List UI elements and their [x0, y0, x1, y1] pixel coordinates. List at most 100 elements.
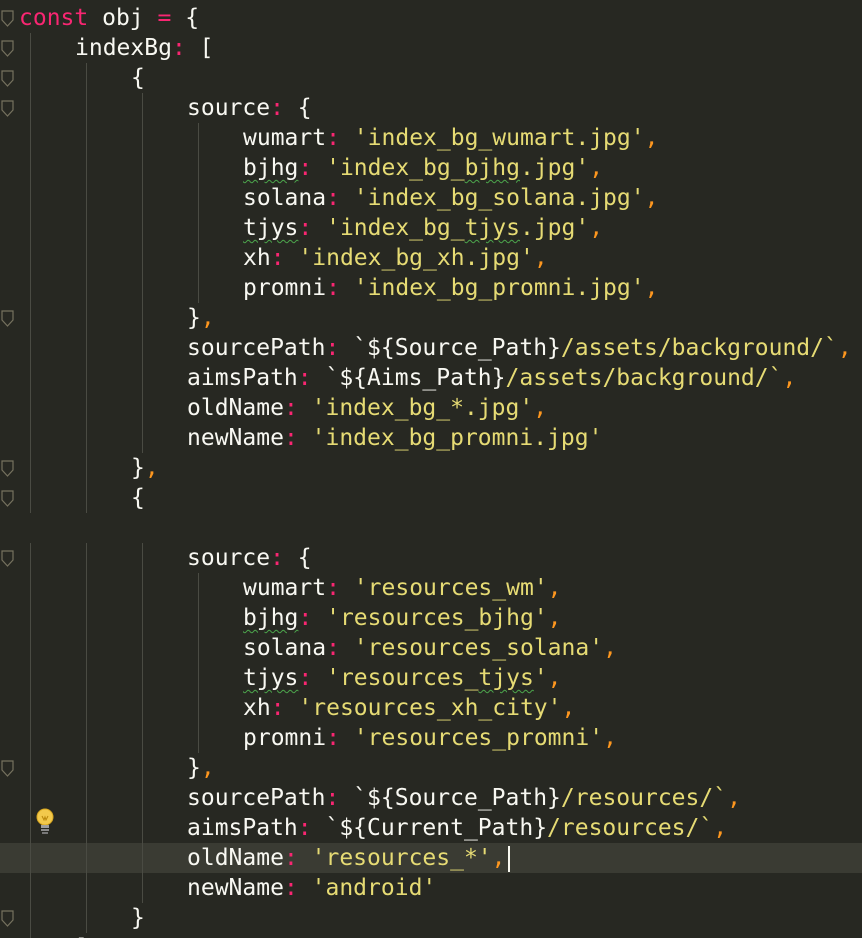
indent-guide — [142, 183, 143, 213]
code-token: 'index_bg_*.jpg' — [297, 395, 534, 421]
indent-guide — [30, 543, 31, 573]
code-line[interactable]: source: { — [0, 93, 862, 123]
indent-guide — [86, 663, 87, 693]
code-token: , — [533, 245, 548, 271]
code-editor[interactable]: const obj = {indexBg: [{source: {wumart:… — [0, 0, 862, 938]
code-line[interactable]: newName: 'index_bg_promni.jpg' — [0, 423, 862, 453]
code-text: { — [131, 63, 145, 93]
code-token: wumart — [243, 125, 327, 151]
code-line[interactable]: source: { — [0, 543, 862, 573]
code-line[interactable]: wumart: 'resources_wm', — [0, 573, 862, 603]
indent-guide — [30, 423, 31, 453]
indent-guide — [30, 183, 31, 213]
indent-guide — [86, 333, 87, 363]
code-text: sourcePath: `${Source_Path}/resources/`, — [187, 783, 741, 813]
code-text: wumart: 'resources_wm', — [243, 573, 562, 603]
fold-marker-icon[interactable] — [1, 550, 14, 567]
code-line[interactable]: bjhg: 'resources_bjhg', — [0, 603, 862, 633]
indent-guide — [142, 303, 143, 333]
indent-guide — [30, 873, 31, 903]
fold-marker-icon[interactable] — [1, 70, 14, 87]
code-line[interactable]: { — [0, 63, 862, 93]
indent-guide — [30, 753, 31, 783]
indent-guide — [198, 123, 199, 153]
code-line[interactable]: sourcePath: `${Source_Path}/assets/backg… — [0, 333, 862, 363]
lightbulb-icon[interactable] — [34, 806, 56, 836]
indent-guide — [30, 303, 31, 333]
code-line[interactable]: } — [0, 903, 862, 933]
code-line[interactable]: oldName: 'index_bg_*.jpg', — [0, 393, 862, 423]
code-token: : — [298, 605, 313, 631]
code-line[interactable] — [0, 513, 862, 543]
indent-guide — [86, 393, 87, 423]
code-line[interactable]: xh: 'resources_xh_city', — [0, 693, 862, 723]
code-line[interactable]: ], — [0, 933, 862, 938]
code-token: { — [131, 485, 145, 511]
indent-guide — [86, 843, 87, 873]
indent-guide — [86, 93, 87, 123]
code-line[interactable]: solana: 'resources_solana', — [0, 633, 862, 663]
indent-guide — [30, 93, 31, 123]
code-token: , — [491, 845, 506, 871]
indent-guide — [30, 153, 31, 183]
code-line[interactable]: }, — [0, 453, 862, 483]
code-line[interactable]: aimsPath: `${Aims_Path}/assets/backgroun… — [0, 363, 862, 393]
indent-guide — [86, 573, 87, 603]
code-line[interactable]: bjhg: 'index_bg_bjhg.jpg', — [0, 153, 862, 183]
code-token: oldName — [187, 845, 284, 871]
code-token: : — [283, 845, 298, 871]
fold-marker-icon[interactable] — [1, 460, 14, 477]
code-line[interactable]: xh: 'index_bg_xh.jpg', — [0, 243, 862, 273]
code-token: , — [603, 635, 617, 661]
code-token: 'resources_solana' — [339, 635, 604, 661]
fold-marker-icon[interactable] — [1, 490, 14, 507]
code-token: , — [713, 815, 728, 841]
code-line[interactable]: indexBg: [ — [0, 33, 862, 63]
fold-marker-icon[interactable] — [1, 310, 14, 327]
code-text: solana: 'resources_solana', — [243, 633, 617, 663]
code-line[interactable]: solana: 'index_bg_solana.jpg', — [0, 183, 862, 213]
text-cursor — [507, 845, 510, 872]
indent-guide — [142, 783, 143, 813]
indent-guide — [142, 663, 143, 693]
code-token: xh — [243, 245, 271, 271]
fold-marker-icon[interactable] — [1, 10, 14, 27]
fold-marker-icon[interactable] — [1, 100, 14, 117]
code-token: `${Current_Path} — [311, 815, 548, 841]
code-line[interactable]: oldName: 'resources_*', — [0, 843, 862, 873]
indent-guide — [86, 153, 87, 183]
indent-guide — [86, 633, 87, 663]
code-token: promni — [243, 275, 327, 301]
code-line[interactable]: aimsPath: `${Current_Path}/resources/`, — [0, 813, 862, 843]
code-token: : — [171, 35, 186, 61]
code-token: tjys — [243, 215, 299, 241]
code-line[interactable]: newName: 'android' — [0, 873, 862, 903]
code-token: : — [326, 185, 340, 211]
code-line[interactable]: promni: 'index_bg_promni.jpg', — [0, 273, 862, 303]
fold-marker-icon[interactable] — [1, 910, 14, 927]
code-line[interactable]: const obj = { — [0, 3, 862, 33]
indent-guide — [198, 273, 199, 303]
code-token: `${Aims_Path} — [311, 365, 506, 391]
code-line[interactable]: }, — [0, 753, 862, 783]
code-line[interactable]: sourcePath: `${Source_Path}/resources/`, — [0, 783, 862, 813]
code-token: promni — [243, 725, 327, 751]
indent-guide — [86, 903, 87, 933]
code-line[interactable]: tjys: 'index_bg_tjys.jpg', — [0, 213, 862, 243]
fold-marker-icon[interactable] — [1, 40, 14, 57]
indent-guide — [30, 603, 31, 633]
code-text: } — [131, 903, 145, 933]
code-line[interactable]: { — [0, 483, 862, 513]
code-token: .jpg' — [519, 155, 590, 181]
code-token: /assets/background/` — [560, 335, 838, 361]
code-token: , — [589, 155, 604, 181]
code-token: } — [187, 755, 201, 781]
code-line[interactable]: promni: 'resources_promni', — [0, 723, 862, 753]
code-line[interactable]: tjys: 'resources_tjys', — [0, 663, 862, 693]
indent-guide — [142, 723, 143, 753]
code-line[interactable]: }, — [0, 303, 862, 333]
code-line[interactable]: wumart: 'index_bg_wumart.jpg', — [0, 123, 862, 153]
indent-guide — [142, 813, 143, 843]
code-token: : — [298, 215, 313, 241]
fold-marker-icon[interactable] — [1, 760, 14, 777]
